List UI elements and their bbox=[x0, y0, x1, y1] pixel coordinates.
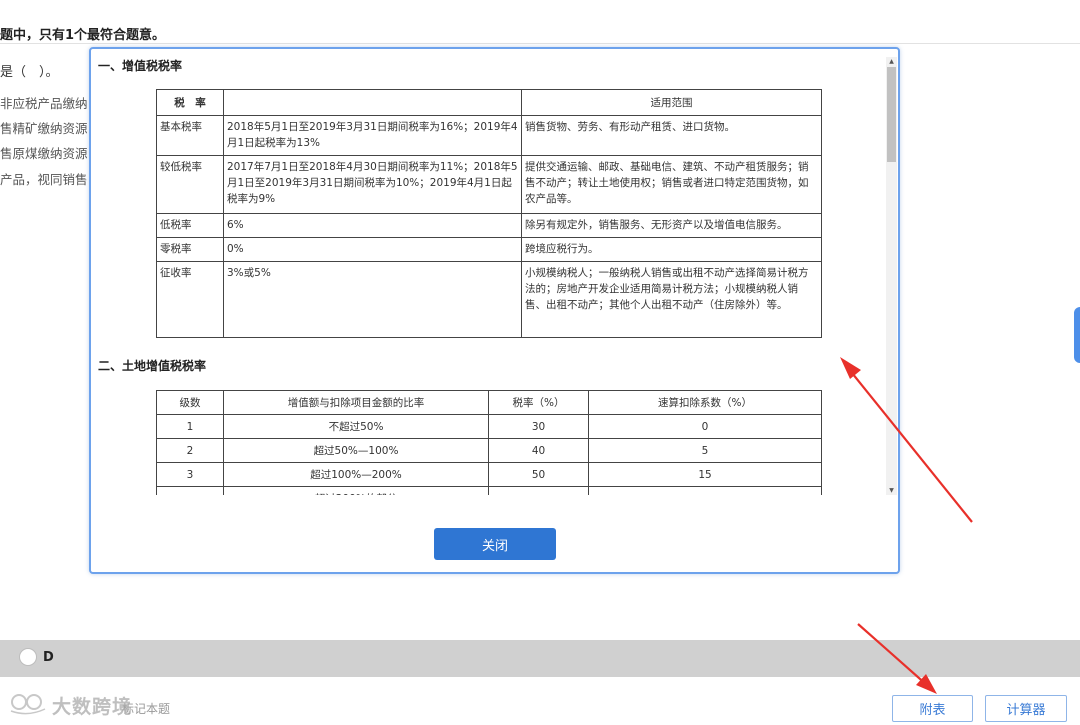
land-row-ratio: 超过200%的部分 bbox=[223, 486, 489, 495]
question-stem: 是（ ）。 bbox=[0, 65, 59, 80]
land-row-level bbox=[156, 486, 224, 495]
appendix-button[interactable]: 附表 bbox=[892, 695, 973, 722]
option-a-text[interactable]: 非应税产品缴纳 bbox=[0, 93, 88, 112]
land-row-level: 3 bbox=[156, 462, 224, 487]
calculator-button[interactable]: 计算器 bbox=[985, 695, 1067, 722]
land-vat-rate-table: 级数 增值额与扣除项目金额的比率 税率（%） 速算扣除系数（%） 1 不超过50… bbox=[156, 390, 822, 495]
land-row-deduction: 0 bbox=[588, 414, 822, 439]
scroll-down-arrow-icon[interactable]: ▼ bbox=[886, 486, 897, 495]
vat-row-scope: 小规模纳税人；一般纳税人销售或出租不动产选择简易计税方法的；房地产开发企业适用简… bbox=[521, 261, 822, 338]
vat-row-rate: 3%或5% bbox=[223, 261, 522, 338]
land-header-ratio: 增值额与扣除项目金额的比率 bbox=[223, 390, 489, 415]
vat-row-name: 较低税率 bbox=[156, 155, 224, 214]
watermark-logo-icon bbox=[10, 694, 46, 715]
land-row-level: 1 bbox=[156, 414, 224, 439]
vat-header-blank bbox=[223, 89, 522, 116]
vat-row-name: 基本税率 bbox=[156, 115, 224, 156]
vat-row-rate: 2017年7月1日至2018年4月30日期间税率为11%；2018年5月1日至2… bbox=[223, 155, 522, 214]
land-row-ratio: 超过100%—200% bbox=[223, 462, 489, 487]
vat-row-scope: 销售货物、劳务、有形动产租赁、进口货物。 bbox=[521, 115, 822, 156]
vat-row-scope: 除另有规定外，销售服务、无形资产以及增值电信服务。 bbox=[521, 213, 822, 238]
option-d-label: D bbox=[43, 650, 54, 665]
option-d-row[interactable] bbox=[0, 640, 1080, 677]
question-instructions: 题中，只有1个最符合题意。 bbox=[0, 28, 166, 43]
land-row-rate bbox=[488, 486, 589, 495]
option-c-text[interactable]: 售原煤缴纳资源 bbox=[0, 143, 88, 162]
vat-row-name: 低税率 bbox=[156, 213, 224, 238]
option-d-radio[interactable] bbox=[19, 648, 37, 666]
vat-row-rate: 0% bbox=[223, 237, 522, 262]
land-row-deduction: 5 bbox=[588, 438, 822, 463]
land-row-rate: 50 bbox=[488, 462, 589, 487]
watermark-text: 大数跨境 bbox=[52, 696, 133, 718]
land-header-level: 级数 bbox=[156, 390, 224, 415]
vat-rate-table: 税 率 适用范围 基本税率 2018年5月1日至2019年3月31日期间税率为1… bbox=[156, 89, 822, 338]
dialog-scrollbar[interactable]: ▲ ▼ bbox=[886, 57, 897, 495]
side-panel-tab[interactable] bbox=[1074, 307, 1080, 363]
land-row-deduction bbox=[588, 486, 822, 495]
option-b-text[interactable]: 售精矿缴纳资源 bbox=[0, 118, 88, 137]
vat-row-scope: 跨境应税行为。 bbox=[521, 237, 822, 262]
vat-row-name: 零税率 bbox=[156, 237, 224, 262]
vat-row-rate: 2018年5月1日至2019年3月31日期间税率为16%；2019年4月1日起税… bbox=[223, 115, 522, 156]
scroll-thumb[interactable] bbox=[887, 67, 896, 162]
arrow-to-appendix-head-icon bbox=[916, 674, 937, 694]
vat-header-rate: 税 率 bbox=[156, 89, 224, 116]
close-button[interactable]: 关闭 bbox=[434, 528, 556, 560]
land-header-rate: 税率（%） bbox=[488, 390, 589, 415]
land-row-deduction: 15 bbox=[588, 462, 822, 487]
section-land-vat-title: 二、土地增值税税率 bbox=[98, 359, 207, 373]
land-row-ratio: 不超过50% bbox=[223, 414, 489, 439]
appendix-dialog: 一、增值税税率 税 率 适用范围 基本税率 2018年5月1日至2019年3月3… bbox=[89, 47, 900, 574]
land-row-rate: 40 bbox=[488, 438, 589, 463]
vat-row-name: 征收率 bbox=[156, 261, 224, 338]
appendix-scroll-area[interactable]: 一、增值税税率 税 率 适用范围 基本税率 2018年5月1日至2019年3月3… bbox=[91, 49, 883, 495]
vat-row-scope: 提供交通运输、邮政、基础电信、建筑、不动产租赁服务；销售不动产；转让土地使用权；… bbox=[521, 155, 822, 214]
option-d-text[interactable]: 产品，视同销售 bbox=[0, 169, 88, 188]
land-row-rate: 30 bbox=[488, 414, 589, 439]
scroll-up-arrow-icon[interactable]: ▲ bbox=[886, 57, 897, 66]
land-row-level: 2 bbox=[156, 438, 224, 463]
vat-header-scope: 适用范围 bbox=[521, 89, 822, 116]
section-vat-title: 一、增值税税率 bbox=[98, 59, 183, 73]
land-header-deduction: 速算扣除系数（%） bbox=[588, 390, 822, 415]
vat-row-rate: 6% bbox=[223, 213, 522, 238]
land-row-ratio: 超过50%—100% bbox=[223, 438, 489, 463]
